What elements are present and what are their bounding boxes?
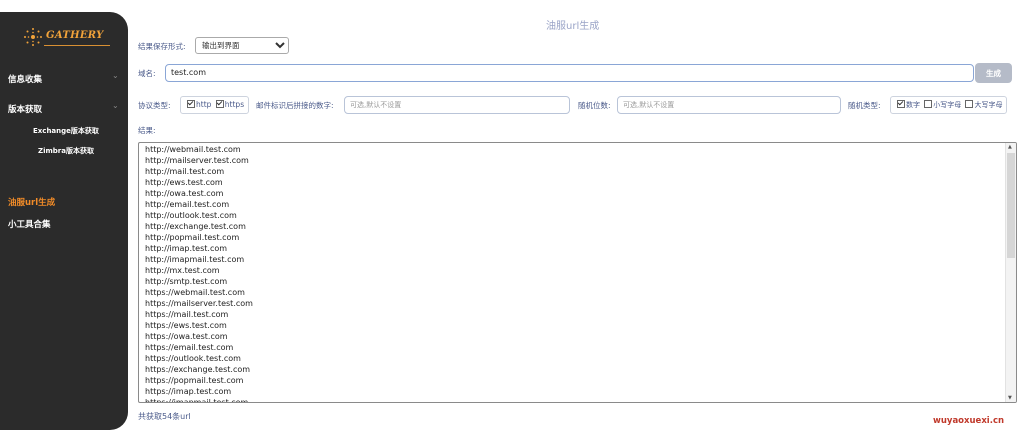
logo-text: GATHERY (46, 30, 104, 41)
logo-underline (44, 45, 110, 46)
mail-suffix-label: 邮件标识后拼接的数字: (256, 101, 334, 110)
domain-label: 域名: (138, 69, 156, 78)
result-row: https://owa.test.com (145, 332, 228, 341)
results-textarea[interactable]: http://webmail.test.com http://mailserver… (138, 142, 1017, 403)
result-row: http://email.test.com (145, 200, 230, 209)
results-list: http://webmail.test.com http://mailserver… (145, 144, 253, 403)
mail-suffix-input[interactable]: 可选,默认不设置 (344, 96, 570, 114)
save-format-label: 结果保存形式: (138, 42, 186, 51)
https-checkbox[interactable] (215, 100, 224, 108)
result-row: http://webmail.test.com (145, 145, 241, 154)
logo: GATHERY (20, 28, 110, 58)
random-type-checkbox-group: 数字 小写字母 大写字母 (890, 96, 1008, 114)
scrollbar[interactable]: ▲ ▼ (1005, 143, 1016, 402)
page-title: 油服url生成 (546, 21, 600, 32)
sunburst-logo-icon (24, 28, 42, 46)
result-row: https://outlook.test.com (145, 354, 241, 363)
uppercase-checkbox[interactable] (965, 100, 974, 108)
result-row: http://smtp.test.com (145, 277, 228, 286)
nav-info-collect[interactable]: 信息收集 (8, 73, 42, 85)
generate-button[interactable]: 生成 (975, 63, 1012, 83)
random-digits-input[interactable]: 可选,默认不设置 (617, 96, 841, 114)
digit-checkbox[interactable] (897, 100, 905, 108)
domain-input[interactable]: test.com (165, 64, 974, 82)
result-row: http://imapmail.test.com (145, 255, 245, 264)
nav-version-fetch[interactable]: 版本获取 (8, 103, 42, 115)
result-row: https://mailserver.test.com (145, 299, 253, 308)
result-row: http://outlook.test.com (145, 211, 237, 220)
https-label: https (224, 100, 245, 109)
results-label: 结果: (138, 126, 156, 135)
result-row: https://popmail.test.com (145, 376, 244, 385)
result-row: http://ews.test.com (145, 178, 223, 187)
nav-zimbra-version[interactable]: Zimbra版本获取 (38, 146, 94, 156)
lowercase-checkbox[interactable] (924, 100, 933, 108)
result-row: https://email.test.com (145, 343, 234, 352)
result-count: 共获取54条url (138, 412, 191, 421)
result-row: https://mail.test.com (145, 310, 229, 319)
lowercase-label: 小写字母 (933, 101, 962, 109)
sidebar: GATHERY 信息收集 ⌄ 版本获取 ⌄ Exchange版本获取 Zimbr… (0, 12, 128, 430)
result-row: http://mailserver.test.com (145, 156, 249, 165)
scroll-up-icon[interactable]: ▲ (1008, 144, 1012, 150)
protocol-label: 协议类型: (138, 101, 171, 110)
result-row: http://imap.test.com (145, 244, 228, 253)
scroll-down-icon[interactable]: ▼ (1008, 395, 1012, 401)
scroll-thumb[interactable] (1007, 153, 1015, 258)
nav-exchange-version[interactable]: Exchange版本获取 (33, 126, 99, 136)
result-row: https://ews.test.com (145, 321, 227, 330)
protocol-checkbox-group: http https (180, 96, 250, 114)
random-type-label: 随机类型: (848, 101, 881, 110)
result-row: https://imap.test.com (145, 387, 232, 396)
result-row: https://webmail.test.com (145, 288, 245, 297)
http-checkbox[interactable] (187, 100, 195, 108)
digit-label: 数字 (906, 101, 920, 109)
nav-tools[interactable]: 小工具合集 (8, 218, 51, 230)
result-row: http://exchange.test.com (145, 222, 246, 231)
watermark: wuyaoxuexi.cn (933, 416, 1005, 426)
nav-url-generator[interactable]: 油服url生成 (8, 196, 55, 208)
chevron-down-icon[interactable]: ⌄ (112, 101, 119, 110)
result-row: http://owa.test.com (145, 189, 224, 198)
chevron-down-icon[interactable]: ⌄ (112, 71, 119, 80)
uppercase-label: 大写字母 (974, 101, 1003, 109)
save-format-select[interactable]: 输出到界面 (195, 37, 289, 54)
result-row: http://mail.test.com (145, 167, 225, 176)
random-digits-label: 随机位数: (578, 101, 611, 110)
result-row: http://mx.test.com (145, 266, 220, 275)
result-row: https://exchange.test.com (145, 365, 251, 374)
http-label: http (196, 100, 212, 109)
result-row: https://imapmail.test.com (145, 398, 249, 403)
result-row: http://popmail.test.com (145, 233, 240, 242)
